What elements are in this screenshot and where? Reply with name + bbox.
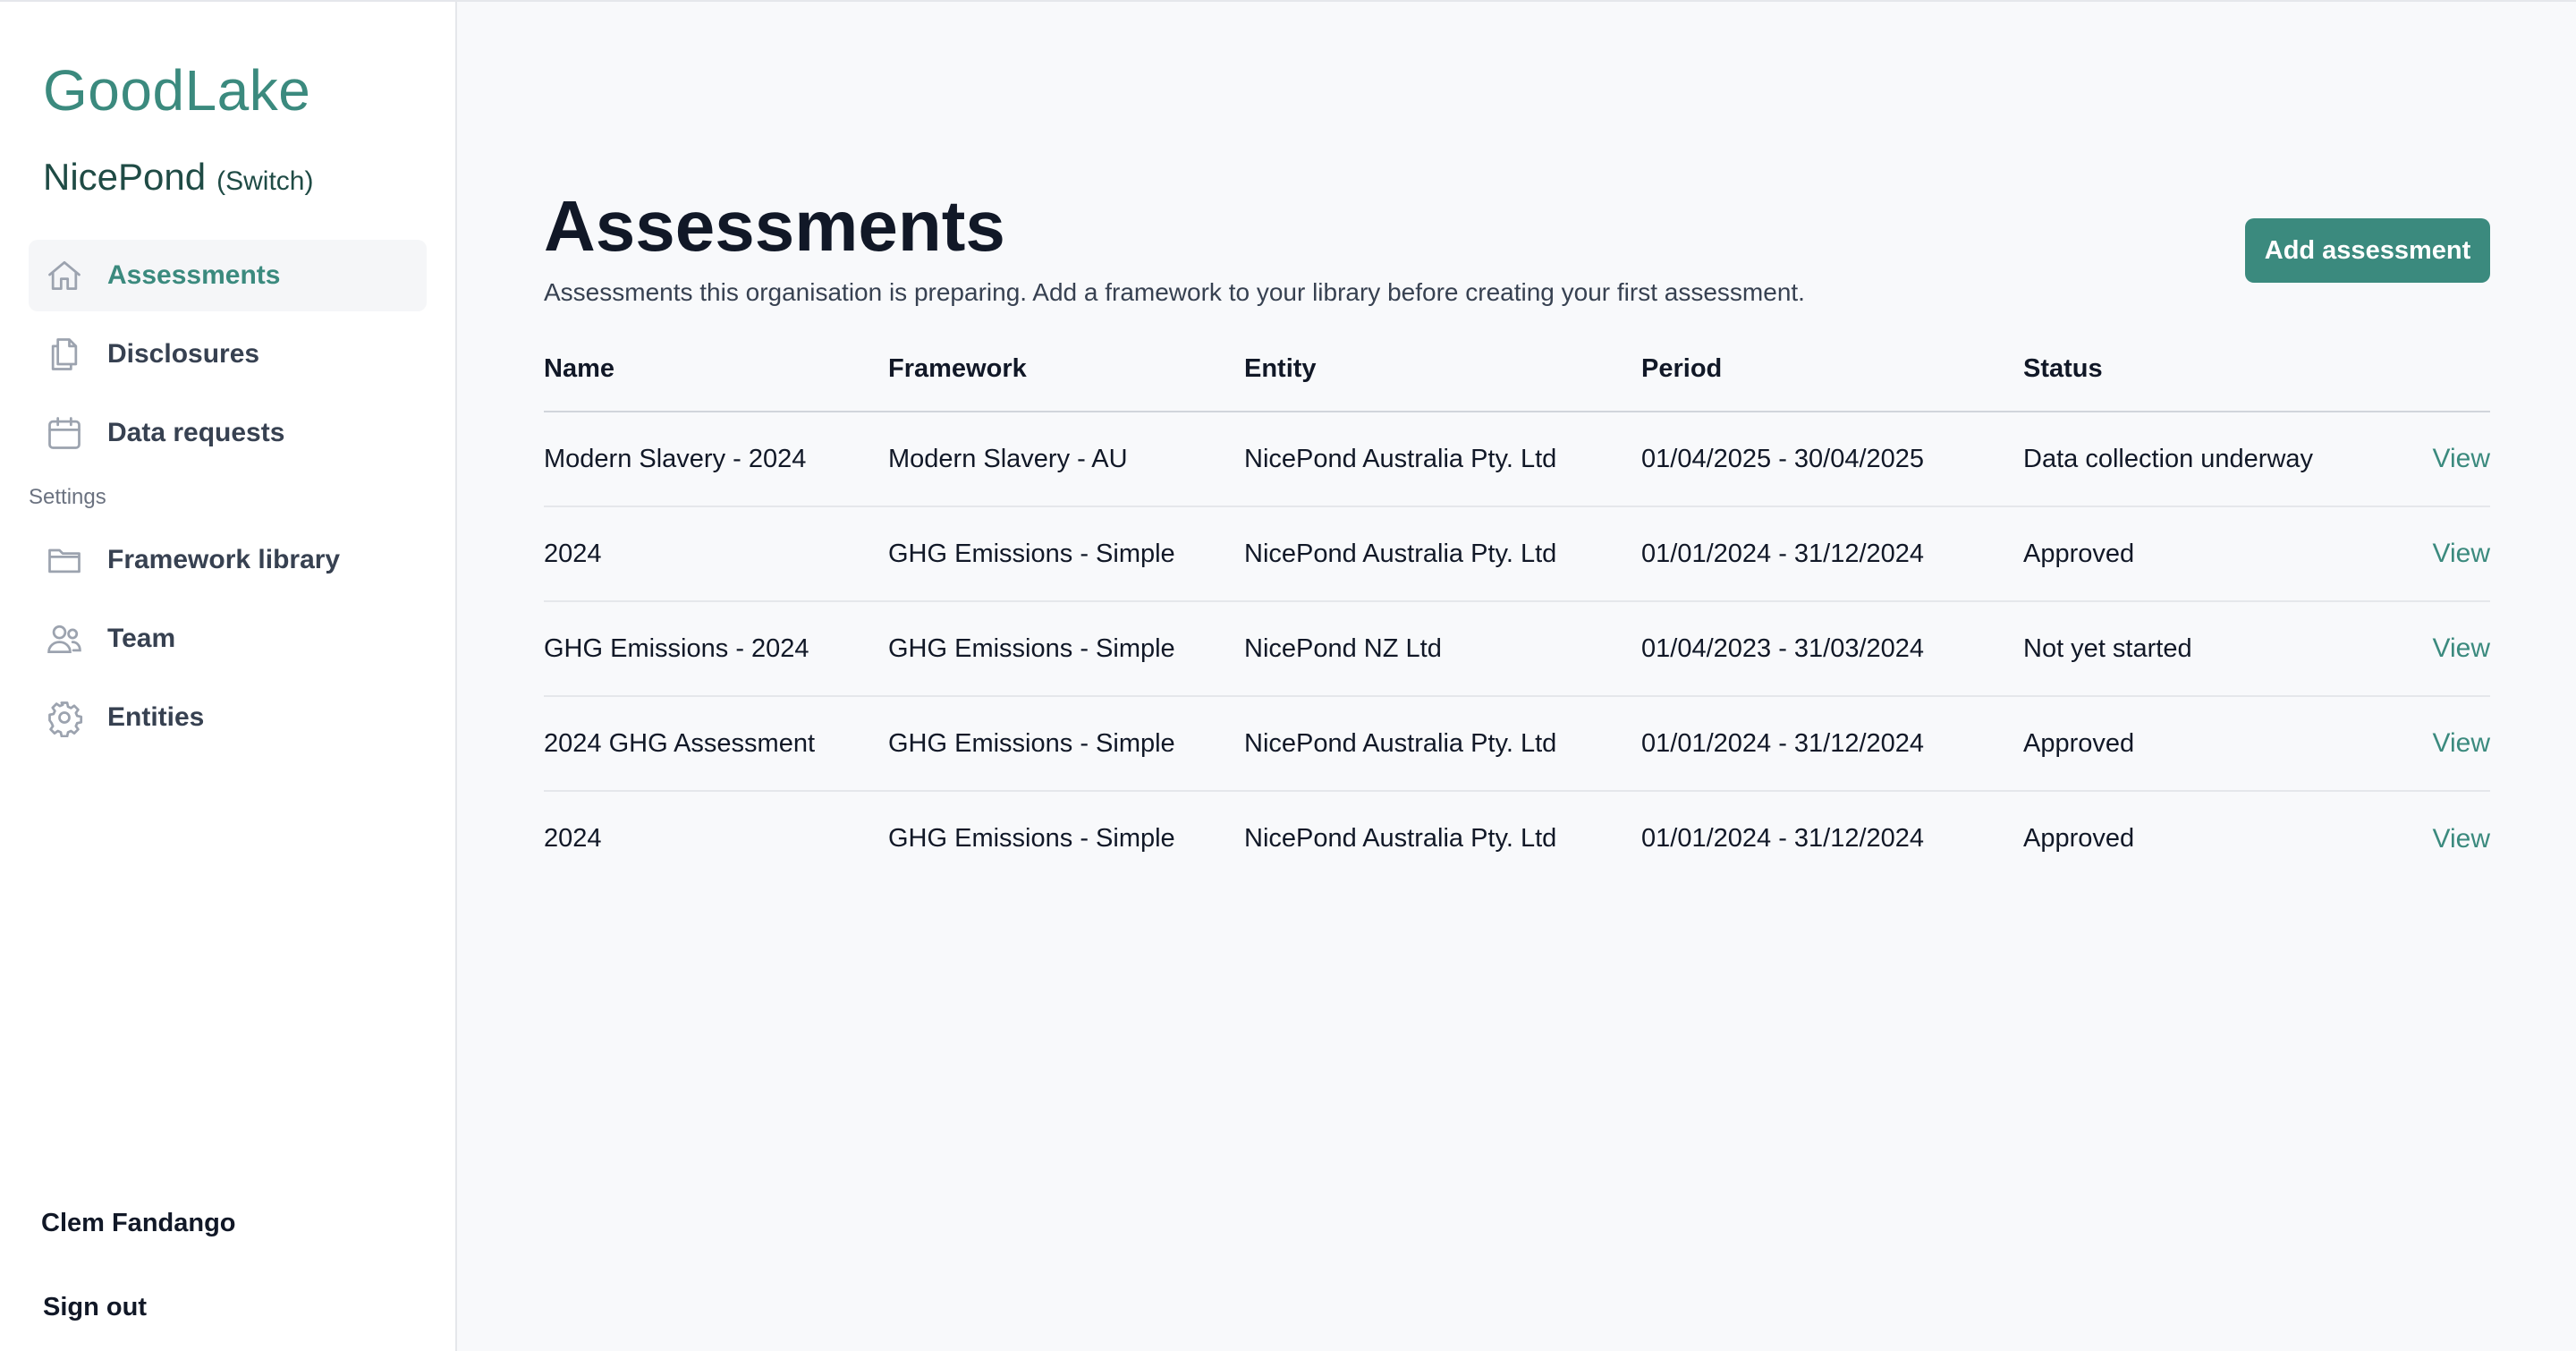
- sidebar-item-entities[interactable]: Entities: [29, 682, 427, 753]
- org-selector: NicePond (Switch): [43, 156, 313, 199]
- cell-framework: GHG Emissions - Simple: [888, 601, 1244, 697]
- table-row: 2024 GHG Emissions - Simple NicePond Aus…: [544, 506, 2490, 602]
- documents-icon: [45, 335, 84, 374]
- cell-entity: NicePond Australia Pty. Ltd: [1244, 506, 1641, 602]
- cell-period: 01/04/2023 - 31/03/2024: [1641, 601, 2023, 697]
- cell-name: 2024: [544, 824, 602, 853]
- brand-logo[interactable]: GoodLake: [43, 57, 310, 123]
- sidebar-nav: Assessments Disclosures Data requests Se…: [29, 240, 427, 760]
- cell-entity: NicePond NZ Ltd: [1244, 601, 1641, 697]
- cell-name: GHG Emissions - 2024: [544, 601, 888, 697]
- view-link[interactable]: View: [2433, 824, 2490, 854]
- view-link[interactable]: View: [2433, 444, 2490, 473]
- cell-status: Approved: [2023, 696, 2417, 792]
- cell-status: Data collection underway: [2023, 412, 2417, 507]
- column-header-entity: Entity: [1244, 327, 1641, 412]
- cell-framework: Modern Slavery - AU: [888, 412, 1244, 507]
- sidebar-item-label: Framework library: [107, 545, 341, 574]
- cell-entity: NicePond Australia Pty. Ltd: [1244, 696, 1641, 792]
- column-header-period: Period: [1641, 327, 2023, 412]
- cell-period: 01/01/2024 - 31/12/2024: [1641, 824, 1925, 853]
- cell-entity: NicePond Australia Pty. Ltd: [1244, 824, 1557, 853]
- cell-name: 2024 GHG Assessment: [544, 696, 888, 792]
- view-link[interactable]: View: [2433, 633, 2490, 663]
- cell-name: Modern Slavery - 2024: [544, 412, 888, 507]
- cell-period: 01/04/2025 - 30/04/2025: [1641, 412, 2023, 507]
- page-subtitle: Assessments this organisation is prepari…: [544, 278, 1805, 306]
- sidebar-item-framework-library[interactable]: Framework library: [29, 524, 427, 596]
- app-root: GoodLake NicePond (Switch) Assessments D…: [0, 0, 2576, 1351]
- sidebar-item-data-requests[interactable]: Data requests: [29, 397, 427, 469]
- org-switch-link[interactable]: (Switch): [216, 166, 313, 197]
- cell-action: View: [2417, 791, 2490, 886]
- add-assessment-button[interactable]: Add assessment: [2245, 218, 2490, 283]
- cell-action: View: [2417, 412, 2490, 507]
- cell-status: Approved: [2023, 824, 2135, 853]
- cell-action: View: [2417, 601, 2490, 697]
- sidebar: GoodLake NicePond (Switch) Assessments D…: [0, 2, 457, 1351]
- cell-framework: GHG Emissions - Simple: [888, 696, 1244, 792]
- cell-framework: GHG Emissions - Simple: [888, 506, 1244, 602]
- sidebar-item-label: Disclosures: [107, 339, 260, 369]
- cell-action: View: [2417, 696, 2490, 792]
- table-header-row: Name Framework Entity Period Status: [544, 327, 2490, 412]
- gear-icon: [45, 698, 84, 737]
- org-name: NicePond: [43, 156, 207, 198]
- user-name[interactable]: Clem Fandango: [41, 1209, 236, 1238]
- cell-framework: GHG Emissions - Simple: [888, 824, 1175, 853]
- users-icon: [45, 619, 84, 659]
- view-link[interactable]: View: [2433, 728, 2490, 758]
- sidebar-item-team[interactable]: Team: [29, 603, 427, 675]
- column-header-action: [2417, 327, 2490, 412]
- table-row: 2024 GHG Emissions - Simple NicePond Aus…: [544, 791, 2490, 886]
- table-body: Modern Slavery - 2024 Modern Slavery - A…: [544, 412, 2490, 886]
- cell-period: 01/01/2024 - 31/12/2024: [1641, 506, 2023, 602]
- sidebar-item-disclosures[interactable]: Disclosures: [29, 319, 427, 390]
- cell-period: 01/01/2024 - 31/12/2024: [1641, 696, 2023, 792]
- cell-entity: NicePond Australia Pty. Ltd: [1244, 412, 1641, 507]
- sidebar-item-assessments[interactable]: Assessments: [29, 240, 427, 311]
- column-header-framework: Framework: [888, 327, 1244, 412]
- table-row: GHG Emissions - 2024 GHG Emissions - Sim…: [544, 601, 2490, 697]
- assessments-table: Name Framework Entity Period Status Mode…: [544, 327, 2490, 886]
- cell-status: Not yet started: [2023, 601, 2417, 697]
- home-icon: [45, 256, 84, 295]
- settings-section-label: Settings: [29, 485, 106, 509]
- cell-action: View: [2417, 506, 2490, 602]
- cell-status: Approved: [2023, 506, 2417, 602]
- sidebar-item-label: Entities: [107, 702, 205, 732]
- table-header: Name Framework Entity Period Status: [544, 327, 2490, 412]
- page-title: Assessments: [544, 186, 1005, 266]
- main-content: Assessments Assessments this organisatio…: [457, 2, 2576, 1351]
- table-row: Modern Slavery - 2024 Modern Slavery - A…: [544, 412, 2490, 507]
- column-header-name: Name: [544, 327, 888, 412]
- sidebar-item-label: Data requests: [107, 418, 285, 447]
- sidebar-item-label: Team: [107, 624, 176, 653]
- sidebar-item-label: Assessments: [107, 260, 281, 290]
- column-header-status: Status: [2023, 327, 2417, 412]
- cell-name: 2024: [544, 506, 888, 602]
- sign-out-button[interactable]: Sign out: [43, 1293, 147, 1322]
- calendar-icon: [45, 413, 84, 453]
- view-link[interactable]: View: [2433, 539, 2490, 568]
- folder-icon: [45, 540, 84, 580]
- table-row: 2024 GHG Assessment GHG Emissions - Simp…: [544, 696, 2490, 792]
